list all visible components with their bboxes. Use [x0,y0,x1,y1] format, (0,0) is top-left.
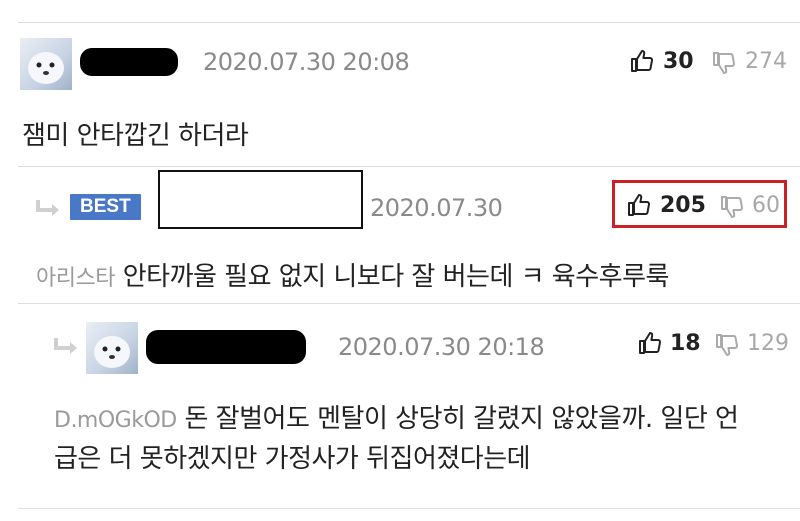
thumbs-down-icon[interactable] [720,195,744,219]
comment-text: 안타까울 필요 없지 니보다 잘 버는데 ㅋ 육수후루룩 [122,262,670,292]
thumbs-down-icon[interactable] [715,333,739,357]
downvote-count: 274 [745,49,787,74]
best-badge: BEST [70,194,141,220]
divider [18,166,800,167]
comment-text-line1: 돈 잘벌어도 멘탈이 상당히 갈렸지 않았을까. 일단 언 [184,404,739,434]
reply-arrow-icon [34,198,62,220]
redacted-username [80,48,178,76]
upvote-count: 30 [663,49,694,74]
comment-text-line2: 급은 더 못하겠지만 가정사가 뒤집어졌다는데 [54,444,531,474]
thumbs-down-icon[interactable] [712,51,736,75]
comment-date: 2020.07.30 [370,194,503,222]
divider [18,303,800,304]
comment-date: 2020.07.30 20:08 [203,48,410,76]
thumbs-up-icon[interactable] [638,331,662,355]
thumbs-up-icon[interactable] [630,49,654,73]
avatar[interactable] [20,38,72,90]
comment-nickname[interactable]: 아리스타 [36,266,115,291]
comment-date: 2020.07.30 20:18 [338,333,545,361]
upvote-count: 205 [660,193,706,218]
bottom-divider [18,508,800,509]
reply-arrow-icon [52,336,80,358]
upvote-count: 18 [670,331,701,356]
thumbs-up-icon[interactable] [627,193,651,217]
redacted-username [158,170,363,229]
comment-body: D.mOGkOD 돈 잘벌어도 멘탈이 상당히 갈렸지 않았을까. 일단 언 [54,398,794,435]
comment-text: 잼미 안타깝긴 하더라 [22,121,249,151]
comment-nickname[interactable]: D.mOGkOD [54,408,177,433]
comment-body: 아리스타 안타까울 필요 없지 니보다 잘 버는데 ㅋ 육수후루룩 [36,256,669,293]
downvote-count: 129 [747,331,789,356]
downvote-count: 60 [752,193,780,218]
top-divider [18,22,800,23]
redacted-username [146,330,306,364]
avatar[interactable] [86,322,138,374]
